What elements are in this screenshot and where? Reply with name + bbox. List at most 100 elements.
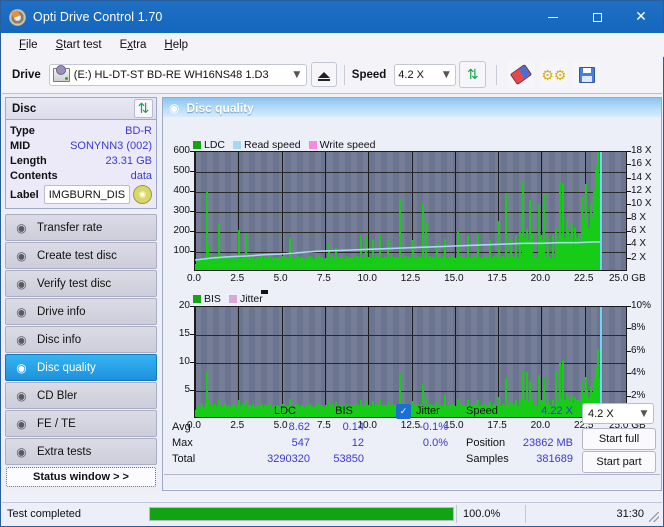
secondary-axis-tick-label: 8 X — [631, 211, 647, 223]
bis-chart-legend: BIS Jitter — [193, 293, 267, 305]
secondary-axis-tick-label: 16 X — [631, 158, 652, 170]
stats-row-avg-label: Avg — [172, 421, 191, 433]
sidebar-item-label: Extra tests — [37, 445, 92, 458]
legend-swatch-icon — [308, 141, 317, 149]
disc-icon: ◉ — [16, 248, 27, 263]
y-axis-tick-label: 500 — [173, 165, 190, 176]
y-axis-tick-label: 400 — [173, 185, 190, 196]
refresh-button[interactable]: ⇅ — [459, 61, 487, 88]
sidebar-item-extra-tests[interactable]: ◉ Extra tests — [5, 438, 157, 465]
plot-band — [447, 307, 453, 417]
status-window-wrap: Status window > > — [6, 467, 156, 487]
disc-quality-icon: ◉ — [169, 100, 180, 115]
refresh-icon: ⇅ — [137, 100, 150, 117]
grid-line-vertical — [368, 307, 369, 417]
sidebar-item-label: FE / TE — [37, 417, 76, 430]
secondary-axis-tick — [627, 204, 631, 206]
toolbar: Drive (E:) HL-DT-ST BD-RE WH16NS48 1.D3 … — [2, 56, 662, 94]
disc-icon: ◉ — [16, 332, 27, 347]
test-speed-select[interactable]: 4.2 X ▼ — [582, 403, 654, 424]
drive-select[interactable]: (E:) HL-DT-ST BD-RE WH16NS48 1.D3 ▼ — [48, 63, 307, 86]
y-axis-tick — [190, 390, 194, 391]
secondary-axis-tick — [627, 395, 631, 397]
menu-file[interactable]: File — [10, 36, 47, 54]
sidebar-item-label: Verify test disc — [37, 277, 112, 290]
secondary-axis-tick — [627, 164, 631, 166]
sidebar-item-disc-info[interactable]: ◉ Disc info — [5, 326, 157, 353]
sidebar-item-create-test-disc[interactable]: ◉ Create test disc — [5, 242, 157, 269]
secondary-axis-tick-label: 10% — [631, 300, 652, 311]
stats-max-bis: 12 — [351, 437, 364, 449]
cd-icon[interactable] — [133, 185, 152, 204]
disc-label-field[interactable]: IMGBURN_DIS — [43, 185, 130, 204]
erase-button[interactable] — [507, 61, 535, 88]
status-window-button[interactable]: Status window > > — [6, 467, 156, 487]
secondary-axis-tick — [627, 151, 631, 152]
y-axis-tick-label: 200 — [173, 225, 190, 236]
disc-icon: ◉ — [16, 276, 27, 291]
x-axis-tick-label: 7.5 — [316, 273, 331, 284]
menu-help[interactable]: Help — [155, 36, 197, 54]
plot-band — [303, 307, 309, 417]
disc-icon: ◉ — [16, 388, 27, 403]
elapsed-time: 31:30 — [525, 505, 662, 523]
secondary-axis-tick — [627, 231, 631, 232]
settings-button[interactable]: ⚙⚙ — [540, 61, 568, 88]
secondary-axis-tick — [627, 217, 631, 219]
close-button[interactable]: ✕ — [619, 1, 663, 33]
secondary-axis-tick-label: 8% — [631, 322, 646, 334]
speed-label: Speed — [351, 68, 387, 81]
window-controls: ✕ — [531, 1, 663, 33]
save-button[interactable] — [573, 61, 601, 88]
grid-line-vertical — [455, 307, 456, 417]
start-part-button[interactable]: Start part — [582, 451, 656, 473]
jitter-checkbox[interactable]: ✓ — [396, 404, 411, 419]
ldc-chart-legend: LDC Read speed Write speed — [193, 139, 380, 151]
menu-extra[interactable]: Extra — [111, 36, 156, 54]
drive-label: Drive — [12, 68, 41, 81]
grid-line-horizontal — [195, 335, 626, 336]
stats-speed-label: Speed — [466, 405, 498, 417]
plot-band — [459, 307, 465, 417]
secondary-axis-tick-label: 10 X — [631, 198, 652, 210]
secondary-axis-tick — [627, 244, 631, 246]
y-axis-tick — [190, 251, 194, 252]
legend-item-write-speed: Write speed — [308, 139, 376, 151]
eject-button[interactable] — [310, 62, 337, 87]
legend-swatch-icon — [233, 141, 242, 149]
main-panel: ◉ Disc quality LDC Read speed Write speed … — [162, 97, 662, 491]
sidebar-item-cd-bler[interactable]: ◉ CD Bler — [5, 382, 157, 409]
status-text: Test completed — [7, 508, 81, 520]
legend-label: Jitter — [239, 293, 263, 305]
maximize-button[interactable] — [575, 1, 619, 33]
y-axis-tick-label: 300 — [173, 205, 190, 216]
legend-swatch-icon — [193, 295, 201, 303]
disc-refresh-button[interactable]: ⇅ — [134, 99, 153, 118]
stats-row-max-label: Max — [172, 437, 193, 449]
secondary-axis-tick-label: 4 X — [631, 238, 647, 250]
legend-item-ldc: LDC — [193, 139, 225, 151]
minimize-button[interactable] — [531, 1, 575, 33]
sidebar-item-transfer-rate[interactable]: ◉ Transfer rate — [5, 214, 157, 241]
resize-grip-icon[interactable] — [649, 512, 659, 522]
status-bar: Test completed 100.0% 31:30 — [2, 502, 662, 525]
disc-length-label: Length — [10, 154, 47, 167]
sidebar-item-disc-quality[interactable]: ◉ Disc quality — [5, 354, 157, 381]
start-full-button[interactable]: Start full — [582, 428, 656, 450]
bis-plot-area[interactable] — [194, 306, 627, 418]
sidebar-item-verify-test-disc[interactable]: ◉ Verify test disc — [5, 270, 157, 297]
menu-start-test[interactable]: Start test — [47, 36, 111, 54]
x-axis-tick-label: 17.5 — [487, 273, 507, 284]
disc-icon: ◉ — [16, 304, 27, 319]
secondary-axis-tick-label: 6% — [631, 344, 646, 356]
sidebar-item-fe-te[interactable]: ◉ FE / TE — [5, 410, 157, 437]
ldc-plot-area[interactable] — [194, 151, 627, 271]
stats-samples-value: 381689 — [536, 453, 573, 465]
speed-select[interactable]: 4.2 X ▼ — [394, 63, 457, 86]
legend-label: LDC — [204, 139, 226, 151]
test-speed-value: 4.2 X — [588, 407, 614, 420]
disc-row-label: Label IMGBURN_DIS — [10, 185, 152, 204]
disc-icon: ◉ — [16, 416, 27, 431]
sidebar-item-drive-info[interactable]: ◉ Drive info — [5, 298, 157, 325]
cursor-line — [600, 307, 602, 417]
